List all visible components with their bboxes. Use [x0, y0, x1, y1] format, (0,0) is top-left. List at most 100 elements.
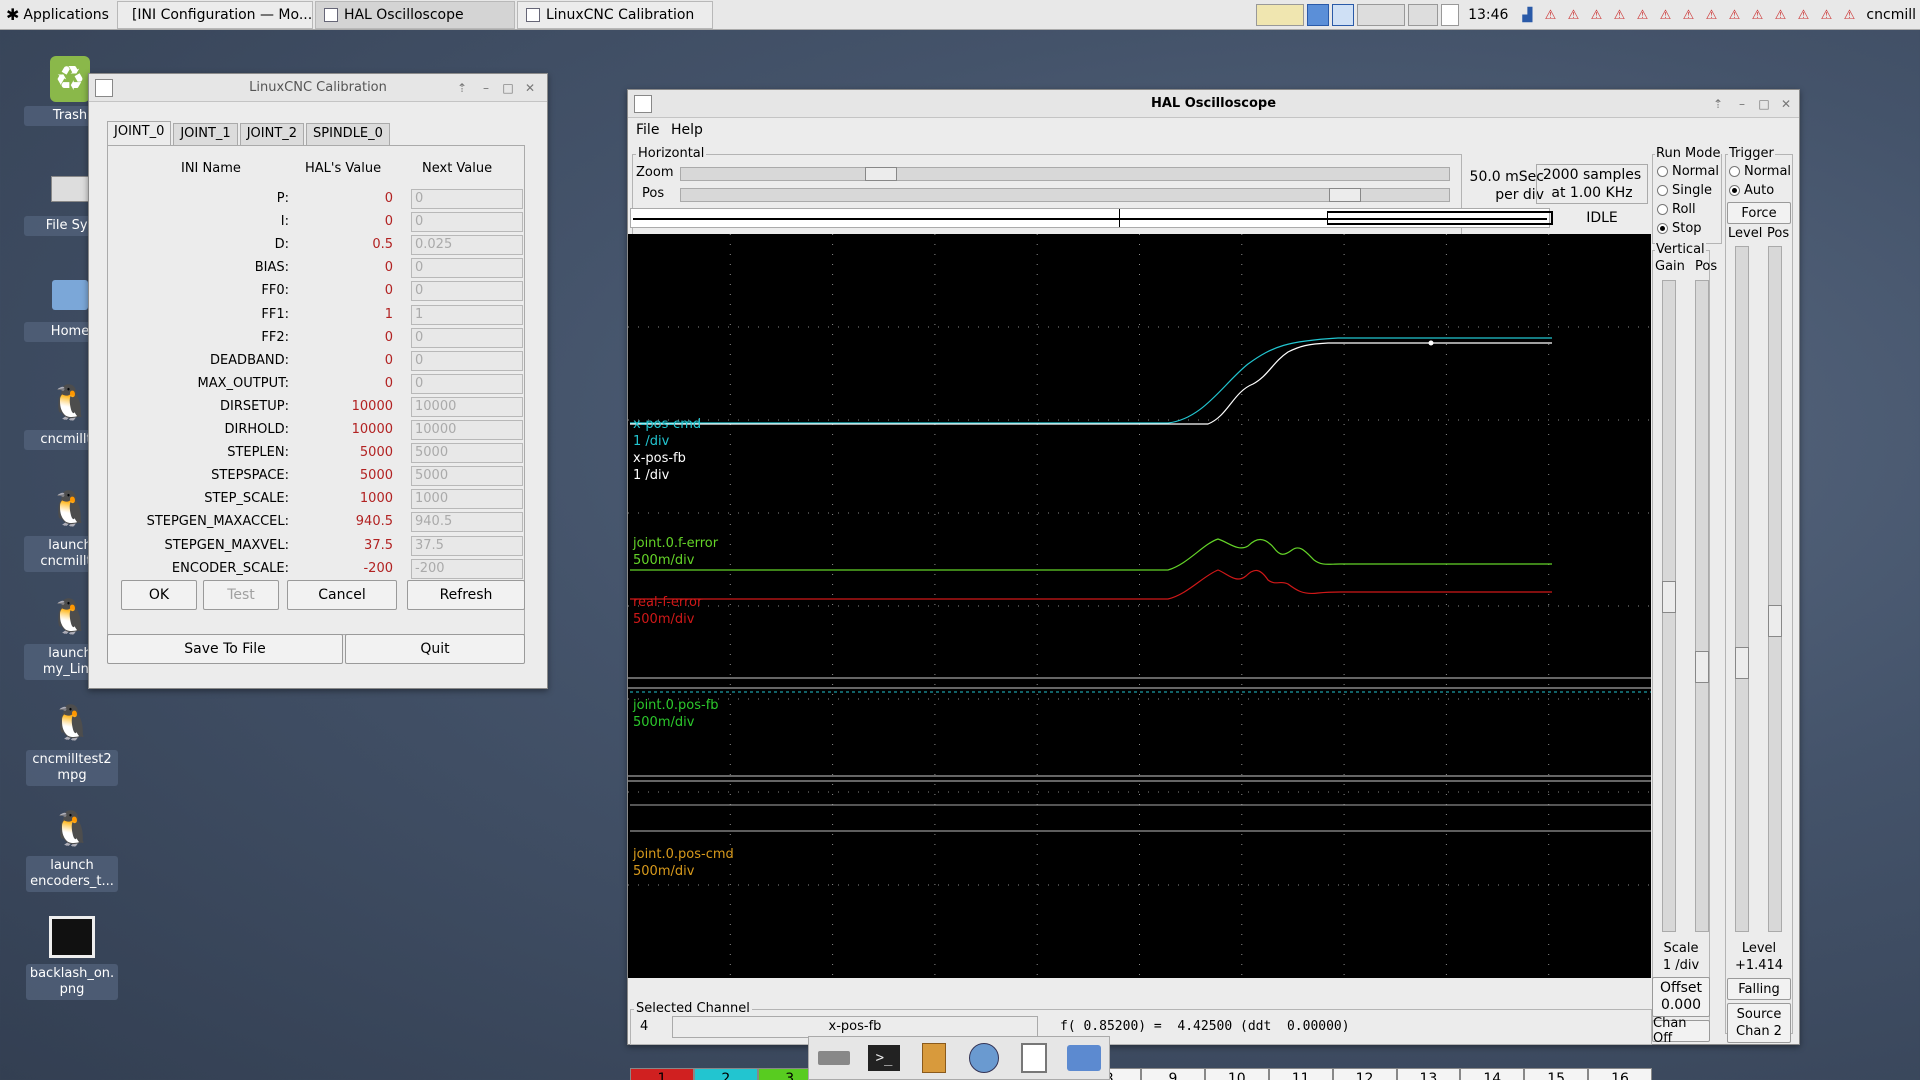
- channel-button-9[interactable]: 9: [1141, 1068, 1205, 1080]
- desktop-icon-backlash-png[interactable]: backlash_on. png: [26, 914, 118, 1000]
- show-desktop-icon[interactable]: [817, 1042, 851, 1074]
- trigger-edge-button[interactable]: Falling: [1727, 978, 1791, 1000]
- folder-icon[interactable]: [1067, 1042, 1101, 1074]
- tab-joint-2[interactable]: JOINT_2: [239, 123, 305, 145]
- vertical-pos-slider-handle[interactable]: [1695, 651, 1709, 683]
- desktop-icon-cncmilltest2-mpg[interactable]: 🐧 cncmilltest2 mpg: [26, 700, 118, 786]
- samples-readout[interactable]: 2000 samples at 1.00 KHz: [1536, 164, 1648, 204]
- user-name[interactable]: cncmill: [1862, 7, 1920, 23]
- next-value-field[interactable]: -200: [411, 558, 523, 579]
- save-to-file-button[interactable]: Save To File: [107, 634, 343, 664]
- menu-file[interactable]: File: [636, 122, 659, 138]
- run-mode-normal[interactable]: Normal: [1657, 164, 1719, 179]
- workspace-switcher-icon[interactable]: [1441, 4, 1460, 26]
- next-value-field[interactable]: 1: [411, 304, 523, 325]
- trigger-level-slider[interactable]: [1735, 246, 1749, 932]
- channel-button-1[interactable]: 1: [630, 1068, 694, 1080]
- channel-button-14[interactable]: 14: [1460, 1068, 1525, 1080]
- workspace-1-icon[interactable]: [1307, 4, 1330, 26]
- run-mode-single[interactable]: Single: [1657, 183, 1712, 198]
- trigger-normal[interactable]: Normal: [1729, 164, 1791, 179]
- next-value-field[interactable]: 1000: [411, 489, 523, 510]
- task-hal-oscilloscope[interactable]: HAL Oscilloscope: [314, 0, 515, 29]
- cancel-button[interactable]: Cancel: [287, 580, 397, 610]
- workspace-2-icon[interactable]: [1332, 4, 1355, 26]
- search-icon[interactable]: [1017, 1042, 1051, 1074]
- record-position-bar[interactable]: [630, 208, 1553, 228]
- next-value-field[interactable]: 5000: [411, 443, 523, 464]
- quit-button[interactable]: Quit: [345, 634, 525, 664]
- gain-slider-handle[interactable]: [1662, 581, 1676, 613]
- trigger-auto[interactable]: Auto: [1729, 183, 1774, 198]
- terminal-icon[interactable]: >_: [867, 1042, 901, 1074]
- next-value-field[interactable]: 0.025: [411, 235, 523, 256]
- next-value-field[interactable]: 0: [411, 373, 523, 394]
- channel-button-12[interactable]: 12: [1332, 1068, 1397, 1080]
- trigger-pos-slider[interactable]: [1768, 246, 1782, 932]
- minimize-icon[interactable]: –: [477, 79, 495, 97]
- run-mode-roll[interactable]: Roll: [1657, 202, 1696, 217]
- minimize-icon[interactable]: –: [1733, 95, 1751, 113]
- next-value-field[interactable]: 0: [411, 258, 523, 279]
- next-value-field[interactable]: 37.5: [411, 535, 523, 556]
- offset-button[interactable]: Offset 0.000: [1652, 977, 1710, 1017]
- next-value-field[interactable]: 0: [411, 350, 523, 371]
- maximize-icon[interactable]: □: [1755, 95, 1773, 113]
- refresh-button[interactable]: Refresh: [407, 580, 525, 610]
- window-menu-icon[interactable]: [95, 79, 113, 97]
- trigger-pos-slider-handle[interactable]: [1768, 605, 1782, 637]
- channel-button-16[interactable]: 16: [1588, 1068, 1652, 1080]
- pin-icon[interactable]: ⇡: [453, 79, 471, 97]
- tab-spindle-0[interactable]: SPINDLE_0: [306, 123, 390, 145]
- channel-button-13[interactable]: 13: [1396, 1068, 1461, 1080]
- menu-help[interactable]: Help: [671, 122, 703, 138]
- file-cabinet-icon[interactable]: [917, 1042, 951, 1074]
- notification-icon[interactable]: [1256, 4, 1305, 26]
- channel-button-15[interactable]: 15: [1524, 1068, 1589, 1080]
- next-value-field[interactable]: 5000: [411, 466, 523, 487]
- task-linuxcnc-calibration[interactable]: LinuxCNC Calibration: [516, 0, 713, 29]
- pos-slider-handle[interactable]: [1328, 188, 1361, 202]
- web-browser-icon[interactable]: [967, 1042, 1001, 1074]
- chan-off-button[interactable]: Chan Off: [1652, 1016, 1710, 1046]
- close-icon[interactable]: ✕: [1777, 95, 1795, 113]
- maximize-icon[interactable]: □: [499, 79, 517, 97]
- selected-channel-name[interactable]: x-pos-fb: [672, 1016, 1038, 1038]
- run-mode-stop[interactable]: Stop: [1657, 221, 1702, 236]
- pin-icon[interactable]: ⇡: [1709, 95, 1727, 113]
- next-value-field[interactable]: 940.5: [411, 512, 523, 533]
- close-icon[interactable]: ✕: [521, 79, 539, 97]
- channel-button-2[interactable]: 2: [693, 1068, 758, 1080]
- channel-button-11[interactable]: 11: [1268, 1068, 1333, 1080]
- applications-menu[interactable]: ✱ Applications: [0, 0, 115, 30]
- zoom-slider[interactable]: [680, 167, 1450, 181]
- tux-launcher-icon[interactable]: [1357, 4, 1406, 26]
- trace-name: x-pos-fb: [633, 451, 686, 466]
- window-menu-icon[interactable]: [634, 95, 652, 113]
- task-ini-configuration[interactable]: [INI Configuration — Mo...: [116, 0, 313, 29]
- zoom-slider-handle[interactable]: [865, 167, 897, 181]
- tab-joint-0[interactable]: JOINT_0: [107, 121, 172, 145]
- next-value-field[interactable]: 10000: [411, 420, 523, 440]
- screenshot-icon[interactable]: [1408, 4, 1439, 26]
- next-value-field[interactable]: 0: [411, 327, 523, 348]
- next-value-field[interactable]: 0: [411, 212, 523, 233]
- oscilloscope-titlebar[interactable]: HAL Oscilloscope ⇡ – □ ✕: [628, 90, 1799, 118]
- next-value-field[interactable]: 10000: [411, 396, 523, 417]
- desktop-icon-launch-encoders[interactable]: 🐧 launch encoders_t...: [26, 806, 118, 892]
- pos-slider[interactable]: [680, 188, 1450, 202]
- clock[interactable]: 13:46: [1462, 7, 1514, 23]
- test-button[interactable]: Test: [203, 580, 279, 610]
- vertical-pos-slider[interactable]: [1695, 280, 1709, 932]
- gain-slider[interactable]: [1662, 280, 1676, 932]
- scope-display[interactable]: [628, 234, 1651, 978]
- channel-button-10[interactable]: 10: [1204, 1068, 1269, 1080]
- next-value-field[interactable]: 0: [411, 281, 523, 302]
- trigger-source-button[interactable]: Source Chan 2: [1727, 1003, 1791, 1043]
- calibration-titlebar[interactable]: LinuxCNC Calibration ⇡ – □ ✕: [89, 74, 547, 102]
- trigger-level-slider-handle[interactable]: [1735, 647, 1749, 679]
- next-value-field[interactable]: 0: [411, 189, 523, 209]
- ok-button[interactable]: OK: [121, 580, 197, 610]
- tab-joint-1[interactable]: JOINT_1: [173, 123, 238, 145]
- force-trigger-button[interactable]: Force: [1727, 202, 1791, 224]
